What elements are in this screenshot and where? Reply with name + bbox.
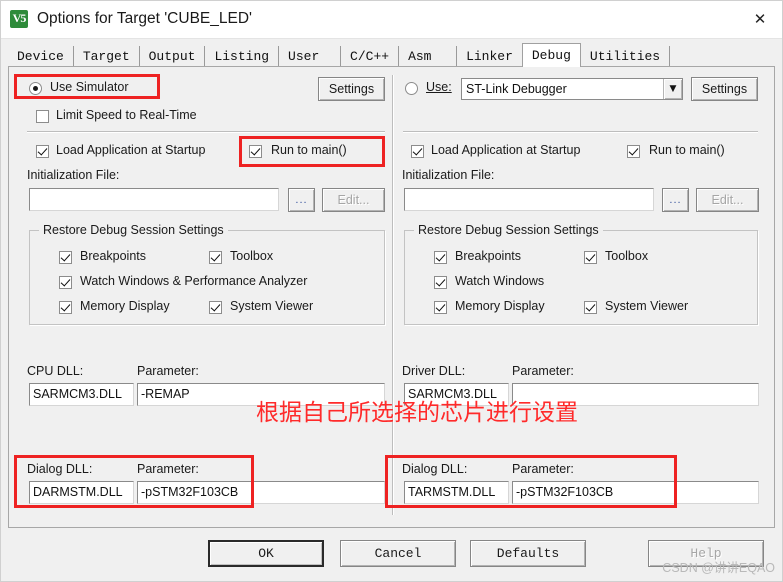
tab-listing[interactable]: Listing — [205, 46, 280, 67]
right-load-app-checkbox[interactable] — [411, 145, 424, 158]
right-run-to-main-checkbox[interactable] — [627, 145, 640, 158]
panel-divider — [392, 75, 394, 515]
right-init-file-label: Initialization File: — [402, 168, 495, 182]
ok-button[interactable]: OK — [208, 540, 324, 567]
right-system-viewer-label: System Viewer — [605, 299, 689, 313]
left-load-app-label: Load Application at Startup — [56, 143, 206, 157]
left-dialog-dll-input[interactable]: DARMSTM.DLL — [29, 481, 134, 504]
left-system-viewer-checkbox[interactable] — [209, 301, 222, 314]
left-watch-windows-label: Watch Windows & Performance Analyzer — [80, 274, 308, 288]
csdn-watermark: CSDN @讲讲EQAO — [662, 561, 775, 575]
ellipsis-icon: ... — [295, 194, 308, 206]
left-memory-display-label: Memory Display — [80, 299, 170, 313]
defaults-button[interactable]: Defaults — [470, 540, 586, 567]
debugger-settings-button[interactable]: Settings — [691, 77, 758, 101]
left-breakpoints-checkbox[interactable] — [59, 251, 72, 264]
left-run-to-main-label: Run to main() — [271, 143, 347, 157]
tab-utilities[interactable]: Utilities — [581, 46, 671, 67]
right-toolbox-label: Toolbox — [605, 249, 649, 263]
right-load-app-label: Load Application at Startup — [431, 143, 581, 157]
cpu-parameter-label: Parameter: — [137, 364, 199, 378]
right-breakpoints-checkbox[interactable] — [434, 251, 447, 264]
left-load-app-checkbox[interactable] — [36, 145, 49, 158]
right-watch-windows-checkbox[interactable] — [434, 276, 447, 289]
left-init-file-label: Initialization File: — [27, 168, 120, 182]
left-browse-button[interactable]: ... — [288, 188, 315, 212]
tab-linker[interactable]: Linker — [457, 46, 523, 67]
tab-device[interactable]: Device — [8, 46, 74, 67]
left-memory-display-checkbox[interactable] — [59, 301, 72, 314]
options-dialog: V5 Options for Target 'CUBE_LED' ✕ Devic… — [0, 0, 783, 582]
keil-uvision-icon-glyph: V5 — [12, 11, 27, 25]
right-restore-session-group: Restore Debug Session Settings Breakpoin… — [404, 223, 758, 325]
debugger-select-value: ST-Link Debugger — [466, 82, 567, 96]
annotation-red-note: 根据自己所选择的芯片进行设置 — [256, 400, 578, 426]
debug-settings-panel: Use Simulator Settings Limit Speed to Re… — [8, 66, 775, 528]
use-simulator-radio[interactable] — [29, 82, 42, 95]
right-breakpoints-label: Breakpoints — [455, 249, 522, 263]
tab-output[interactable]: Output — [140, 46, 206, 67]
right-dialog-dll-label: Dialog DLL: — [402, 462, 468, 476]
tab-target[interactable]: Target — [74, 46, 140, 67]
simulator-settings-button[interactable]: Settings — [318, 77, 385, 101]
use-debugger-radio[interactable] — [405, 82, 418, 95]
right-watch-windows-label: Watch Windows — [455, 274, 545, 288]
close-icon[interactable]: ✕ — [737, 0, 783, 37]
ellipsis-icon: ... — [669, 194, 682, 206]
dialog-footer: OK Cancel Defaults Help — [8, 531, 775, 574]
left-restore-session-title: Restore Debug Session Settings — [39, 223, 228, 237]
left-dialog-parameter-input[interactable]: -pSTM32F103CB — [137, 481, 385, 504]
right-dialog-dll-input[interactable]: TARMSTM.DLL — [404, 481, 509, 504]
chevron-down-icon[interactable]: ▼ — [663, 79, 682, 99]
left-toolbox-label: Toolbox — [230, 249, 274, 263]
left-edit-button: Edit... — [322, 188, 385, 212]
left-breakpoints-label: Breakpoints — [80, 249, 147, 263]
cancel-button[interactable]: Cancel — [340, 540, 456, 567]
right-separator — [403, 131, 758, 133]
driver-dll-label: Driver DLL: — [402, 364, 466, 378]
left-restore-session-group: Restore Debug Session Settings Breakpoin… — [29, 223, 385, 325]
cpu-dll-input[interactable]: SARMCM3.DLL — [29, 383, 134, 406]
left-watch-windows-checkbox[interactable] — [59, 276, 72, 289]
right-init-file-input[interactable] — [404, 188, 654, 211]
right-memory-display-checkbox[interactable] — [434, 301, 447, 314]
window-title: Options for Target 'CUBE_LED' — [37, 10, 252, 27]
left-dialog-dll-label: Dialog DLL: — [27, 462, 93, 476]
left-run-to-main-checkbox[interactable] — [249, 145, 262, 158]
right-run-to-main-label: Run to main() — [649, 143, 725, 157]
use-simulator-label: Use Simulator — [50, 80, 129, 94]
tab-cpp[interactable]: C/C++ — [341, 46, 400, 67]
right-browse-button[interactable]: ... — [662, 188, 689, 212]
use-debugger-label: Use: — [426, 80, 452, 94]
right-dialog-parameter-label: Parameter: — [512, 462, 574, 476]
right-memory-display-label: Memory Display — [455, 299, 545, 313]
tab-user[interactable]: User — [279, 46, 342, 67]
keil-uvision-icon: V5 — [10, 10, 28, 28]
tab-debug[interactable]: Debug — [521, 43, 581, 67]
right-dialog-parameter-input[interactable]: -pSTM32F103CB — [512, 481, 759, 504]
right-toolbox-checkbox[interactable] — [584, 251, 597, 264]
title-bar: V5 Options for Target 'CUBE_LED' ✕ — [0, 0, 783, 39]
tab-asm[interactable]: Asm — [399, 46, 458, 67]
left-dialog-parameter-label: Parameter: — [137, 462, 199, 476]
limit-speed-checkbox[interactable] — [36, 110, 49, 123]
left-separator — [27, 131, 385, 133]
debugger-select[interactable]: ST-Link Debugger ▼ — [461, 78, 683, 100]
tab-strip: Device Target Output Listing User C/C++ … — [8, 43, 775, 67]
limit-speed-label: Limit Speed to Real-Time — [56, 108, 197, 122]
cpu-dll-label: CPU DLL: — [27, 364, 84, 378]
left-init-file-input[interactable] — [29, 188, 279, 211]
right-restore-session-title: Restore Debug Session Settings — [414, 223, 603, 237]
right-system-viewer-checkbox[interactable] — [584, 301, 597, 314]
left-system-viewer-label: System Viewer — [230, 299, 314, 313]
driver-parameter-label: Parameter: — [512, 364, 574, 378]
right-edit-button: Edit... — [696, 188, 759, 212]
left-toolbox-checkbox[interactable] — [209, 251, 222, 264]
